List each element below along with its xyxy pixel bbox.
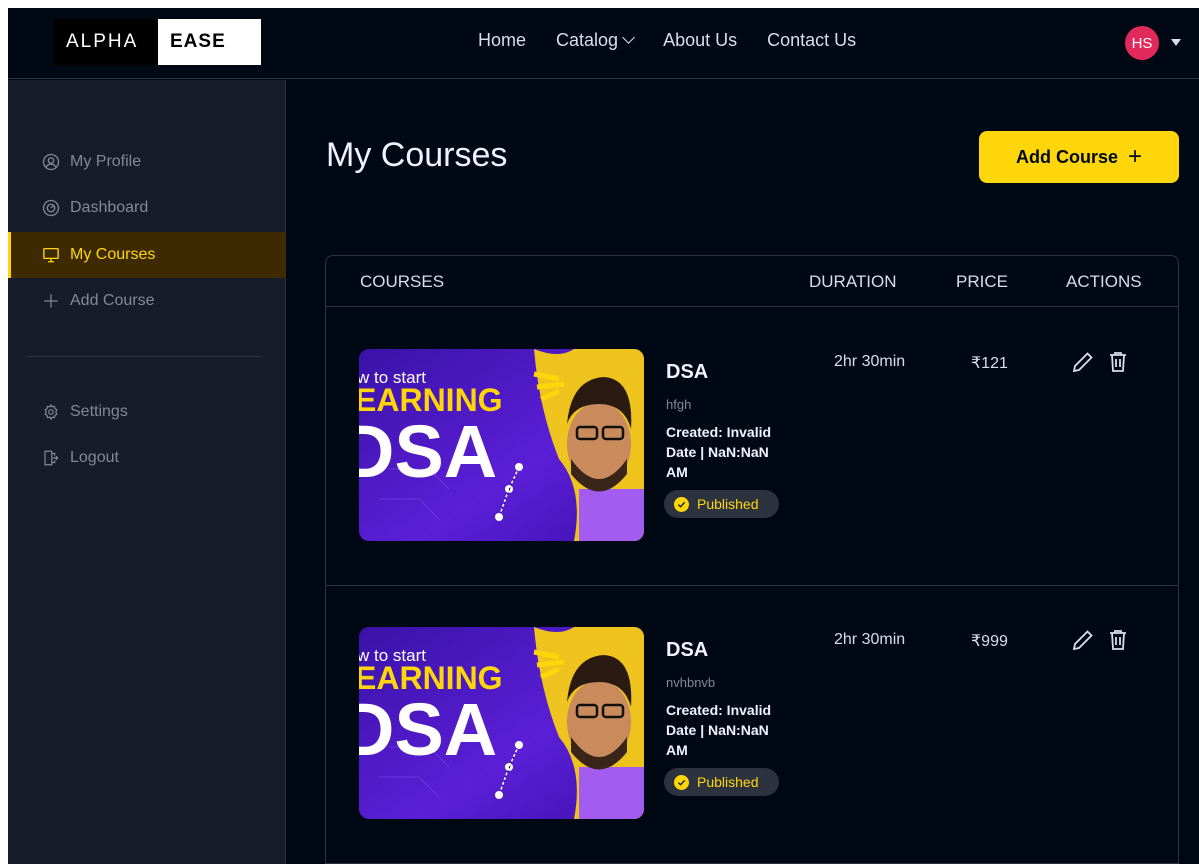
header-actions: ACTIONS xyxy=(1066,272,1142,291)
nav-catalog-label: Catalog xyxy=(556,30,619,50)
navbar: ALPHA EASE Home Catalog About Us Contact… xyxy=(8,8,1199,79)
course-thumbnail[interactable]: w to start EARNING DSA xyxy=(359,349,644,541)
status-badge: Published xyxy=(664,768,779,796)
course-duration: 2hr 30min xyxy=(834,631,906,648)
thumbnail-line-3: DSA xyxy=(359,688,497,771)
course-price: ₹121 xyxy=(971,355,1008,372)
logo[interactable]: ALPHA EASE xyxy=(54,19,261,65)
logo-ease: EASE xyxy=(158,19,261,65)
sidebar-item-settings[interactable]: Settings xyxy=(8,389,286,435)
course-duration: 2hr 30min xyxy=(834,353,906,370)
course-thumbnail[interactable]: w to start EARNING DSA xyxy=(359,627,644,819)
sidebar-item-label: Settings xyxy=(70,403,128,420)
caret-down-icon[interactable] xyxy=(1171,39,1181,46)
add-course-button-label: Add Course xyxy=(1015,146,1118,167)
logo-alpha: ALPHA xyxy=(54,19,158,65)
sidebar-item-my-courses[interactable]: My Courses xyxy=(8,232,286,278)
add-course-button[interactable]: Add Course + xyxy=(979,131,1179,183)
sidebar: My Profile Dashboard My Courses Add Cour… xyxy=(8,80,286,864)
plus-icon xyxy=(44,294,58,308)
sidebar-item-logout[interactable]: Logout xyxy=(8,435,286,481)
course-created: Created: Invalid Date | NaN:NaN AM xyxy=(666,702,772,758)
user-circle-icon xyxy=(42,153,60,171)
check-circle-icon xyxy=(674,496,689,512)
courses-table: COURSES DURATION PRICE ACTIONS w to star… xyxy=(325,255,1179,864)
table-row: w to start EARNING DSA DSA hfgh Created:… xyxy=(326,308,1178,586)
sidebar-item-label: Add Course xyxy=(70,292,155,309)
status-badge: Published xyxy=(664,490,779,518)
sidebar-item-my-profile[interactable]: My Profile xyxy=(8,139,286,185)
course-name: DSA xyxy=(666,639,709,661)
table-header: COURSES DURATION PRICE ACTIONS xyxy=(326,256,1178,307)
check-circle-icon xyxy=(674,774,689,790)
status-badge-label: Published xyxy=(697,774,759,790)
gauge-icon xyxy=(42,199,60,217)
monitor-icon xyxy=(43,247,59,263)
thumbnail-line-3: DSA xyxy=(359,410,497,493)
course-description: nvhbnvb xyxy=(666,675,716,690)
nav-links: Home Catalog About Us Contact Us xyxy=(478,30,886,51)
edit-icon[interactable] xyxy=(1071,628,1095,652)
chevron-down-icon xyxy=(622,31,635,44)
sidebar-divider xyxy=(26,356,262,357)
edit-icon[interactable] xyxy=(1071,350,1095,374)
logout-icon xyxy=(44,450,59,466)
sidebar-item-label: My Courses xyxy=(70,246,156,263)
sidebar-item-label: My Profile xyxy=(70,153,142,170)
sidebar-item-label: Logout xyxy=(70,449,119,466)
plus-icon: + xyxy=(1128,143,1143,170)
nav-catalog[interactable]: Catalog xyxy=(556,30,635,51)
nav-home[interactable]: Home xyxy=(478,30,526,51)
avatar[interactable]: HS xyxy=(1125,26,1159,60)
sidebar-item-add-course[interactable]: Add Course xyxy=(8,278,286,324)
nav-contact[interactable]: Contact Us xyxy=(767,30,856,51)
header-duration: DURATION xyxy=(809,272,897,291)
status-badge-label: Published xyxy=(697,496,759,512)
course-created: Created: Invalid Date | NaN:NaN AM xyxy=(666,424,772,480)
trash-icon[interactable] xyxy=(1106,628,1130,652)
header-price: PRICE xyxy=(956,272,1008,291)
course-description: hfgh xyxy=(666,397,692,412)
sidebar-item-label: Dashboard xyxy=(70,199,149,216)
sidebar-item-dashboard[interactable]: Dashboard xyxy=(8,185,286,231)
table-row: w to start EARNING DSA DSA nvhbnvb Creat… xyxy=(326,586,1178,864)
gear-icon xyxy=(44,403,58,421)
header-courses: COURSES xyxy=(360,272,445,291)
course-name: DSA xyxy=(666,361,709,383)
nav-about[interactable]: About Us xyxy=(663,30,737,51)
app-frame: ALPHA EASE Home Catalog About Us Contact… xyxy=(8,8,1199,864)
page-title: My Courses xyxy=(326,136,508,174)
course-price: ₹999 xyxy=(971,633,1008,650)
trash-icon[interactable] xyxy=(1106,350,1130,374)
